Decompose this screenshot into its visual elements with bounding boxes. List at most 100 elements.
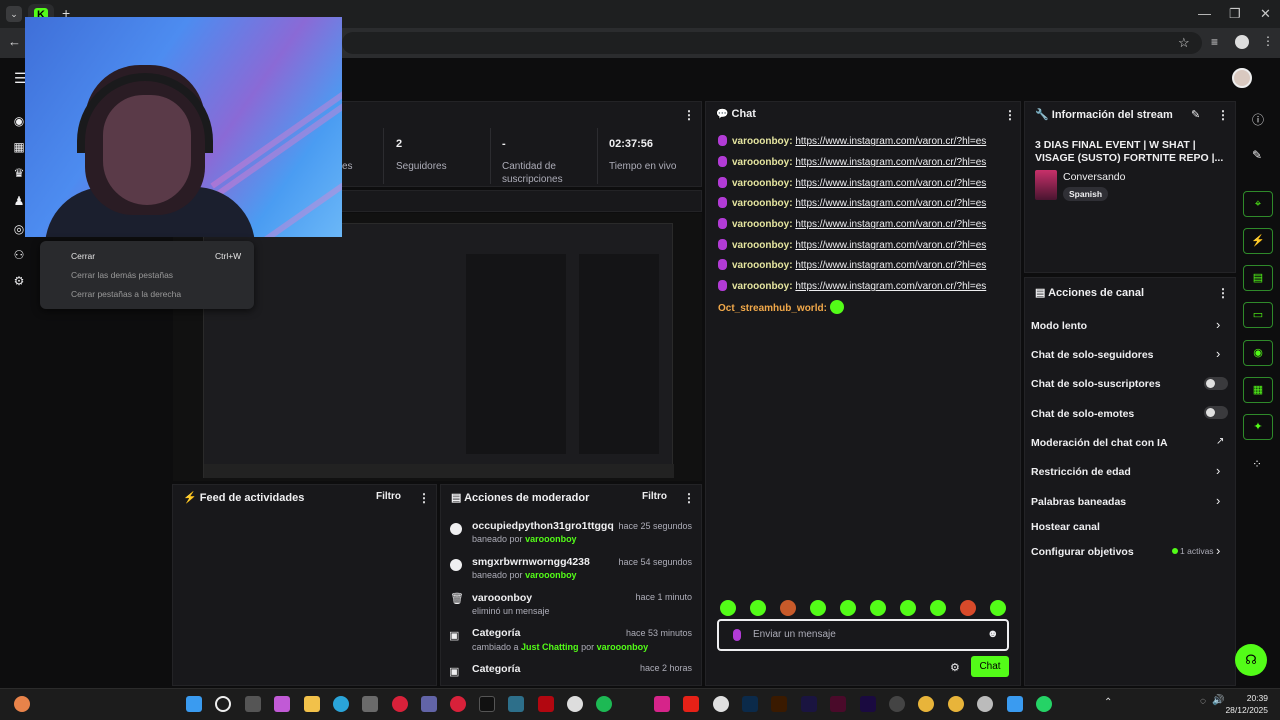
app-icon[interactable] [1007,696,1023,712]
subscribers-only-toggle[interactable] [1204,377,1228,390]
bookmark-star-icon[interactable]: ☆ [1178,35,1190,51]
chat-link[interactable]: https://www.instagram.com/varon.cr/?hl=e… [795,240,986,251]
emote-icon[interactable] [960,600,976,616]
support-headset-icon[interactable]: ☊ [1235,644,1267,676]
wrench-icon[interactable]: ✦ [1243,414,1273,440]
chevron-right-icon[interactable]: › [1216,543,1220,558]
photoshop-icon[interactable] [742,696,758,712]
app-icon[interactable] [889,696,905,712]
broadcast-icon[interactable]: ◉ [12,114,26,128]
network-icon[interactable]: ◌ [1200,696,1206,707]
close-tab-item[interactable]: Cerrar [71,251,95,261]
chat-username[interactable]: Oct_streamhub_world: [718,303,827,314]
chat-link[interactable]: https://www.instagram.com/varon.cr/?hl=e… [795,136,986,147]
spotify-icon[interactable] [596,696,612,712]
emote-icon[interactable] [720,600,736,616]
store-icon[interactable] [362,696,378,712]
chat-username[interactable]: varooonboy: [732,178,793,189]
close-window-button[interactable]: ✕ [1260,6,1271,22]
emoji-icon[interactable]: ☻ [987,628,999,640]
chat-link[interactable]: https://www.instagram.com/varon.cr/?hl=e… [795,260,986,271]
youtube-icon[interactable] [683,696,699,712]
chevron-right-icon[interactable]: › [1216,346,1220,361]
steam-icon[interactable] [977,696,993,712]
pinterest-icon[interactable] [450,696,466,712]
chatgpt-icon[interactable] [567,696,583,712]
category-thumbnail[interactable] [1035,170,1057,200]
emote-icon[interactable] [900,600,916,616]
chevron-right-icon[interactable]: › [1216,317,1220,332]
minimize-button[interactable]: — [1198,6,1211,21]
trophy-icon[interactable]: ♛ [12,166,26,180]
channel-actions-kebab-icon[interactable]: ⋮ [1217,286,1229,300]
category-name[interactable]: Conversando [1063,171,1125,183]
emote-icon[interactable] [990,600,1006,616]
close-other-tabs-item[interactable]: Cerrar las demás pestañas [71,270,173,280]
chat-input[interactable]: Enviar un mensaje ☻ [717,619,1009,651]
copilot-icon[interactable] [274,696,290,712]
after-effects-icon[interactable] [801,696,817,712]
mod-entry-name[interactable]: occupiedpython31gro1ttggq [472,520,614,532]
whatsapp-icon[interactable] [1036,696,1052,712]
chrome-icon[interactable] [918,696,934,712]
reading-list-icon[interactable]: ≡ [1211,35,1218,49]
emote-icon[interactable] [870,600,886,616]
chat-username[interactable]: varooonboy: [732,281,793,292]
chat-link[interactable]: https://www.instagram.com/varon.cr/?hl=e… [795,157,986,168]
emote-icon[interactable] [840,600,856,616]
emotes-only-toggle[interactable] [1204,406,1228,419]
opera-icon[interactable] [392,696,408,712]
pen-icon[interactable]: ✎ [1252,148,1262,162]
mod-entry-name[interactable]: Categoría [472,627,520,639]
maximize-button[interactable]: ❐ [1229,6,1241,22]
clock-date[interactable]: 28/12/2025 [1222,705,1268,715]
bolt-icon[interactable]: ⚡ [1243,228,1273,254]
app-icon[interactable] [508,696,524,712]
chevron-right-icon[interactable]: › [1216,493,1220,508]
mod-kebab-icon[interactable]: ⋮ [683,491,695,505]
community-icon[interactable]: ♟ [12,194,26,208]
chat-send-button[interactable]: Chat [971,656,1009,677]
clock-time[interactable]: 20:39 [1230,693,1268,703]
dashboard-icon[interactable]: ▦ [12,140,26,154]
info-icon[interactable]: ⓘ [1252,111,1264,128]
teams-icon[interactable] [421,696,437,712]
edge-icon[interactable] [333,696,349,712]
ai-moderation-row[interactable]: Moderación del chat con IA [1031,437,1168,449]
instagram-icon[interactable] [654,696,670,712]
banned-words-row[interactable]: Palabras baneadas [1031,496,1126,508]
search-icon[interactable] [215,696,231,712]
mod-entry-name[interactable]: Categoría [472,663,520,675]
chat-username[interactable]: varooonboy: [732,157,793,168]
users-icon[interactable]: ⚇ [12,248,26,262]
edit-pencil-icon[interactable]: ✎ [1191,108,1200,121]
chat-username[interactable]: varooonboy: [732,240,793,251]
emote-icon[interactable] [750,600,766,616]
chat-settings-icon[interactable]: ⚙ [950,661,960,674]
mod-entry-name[interactable]: smgxrbwrnworngg4238 [472,556,590,568]
premiere-icon[interactable] [860,696,876,712]
chat-bubble-icon[interactable]: ▭ [1243,302,1273,328]
chat-username[interactable]: varooonboy: [732,260,793,271]
moderation-icon[interactable]: ◎ [12,222,26,236]
emote-icon[interactable] [810,600,826,616]
tiktok-icon[interactable] [479,696,495,712]
file-explorer-icon[interactable] [304,696,320,712]
chevron-right-icon[interactable]: › [1216,463,1220,478]
age-restriction-row[interactable]: Restricción de edad [1031,466,1131,478]
widgets-icon[interactable] [14,696,30,712]
stream-info-kebab-icon[interactable]: ⋮ [1217,108,1229,122]
user-avatar[interactable] [1232,68,1252,88]
notes-icon[interactable]: ▤ [1243,265,1273,291]
emote-icon[interactable] [930,600,946,616]
emote-icon[interactable] [780,600,796,616]
indesign-icon[interactable] [830,696,846,712]
settings-icon[interactable]: ⚙ [12,274,26,288]
chat-link[interactable]: https://www.instagram.com/varon.cr/?hl=e… [795,178,986,189]
illustrator-icon[interactable] [771,696,787,712]
start-icon[interactable] [186,696,202,712]
chat-kebab-icon[interactable]: ⋮ [1004,108,1016,122]
more-tools-icon[interactable]: ⁘ [1252,457,1262,471]
slow-mode-row[interactable]: Modo lento [1031,320,1087,332]
chat-link[interactable]: https://www.instagram.com/varon.cr/?hl=e… [795,281,986,292]
